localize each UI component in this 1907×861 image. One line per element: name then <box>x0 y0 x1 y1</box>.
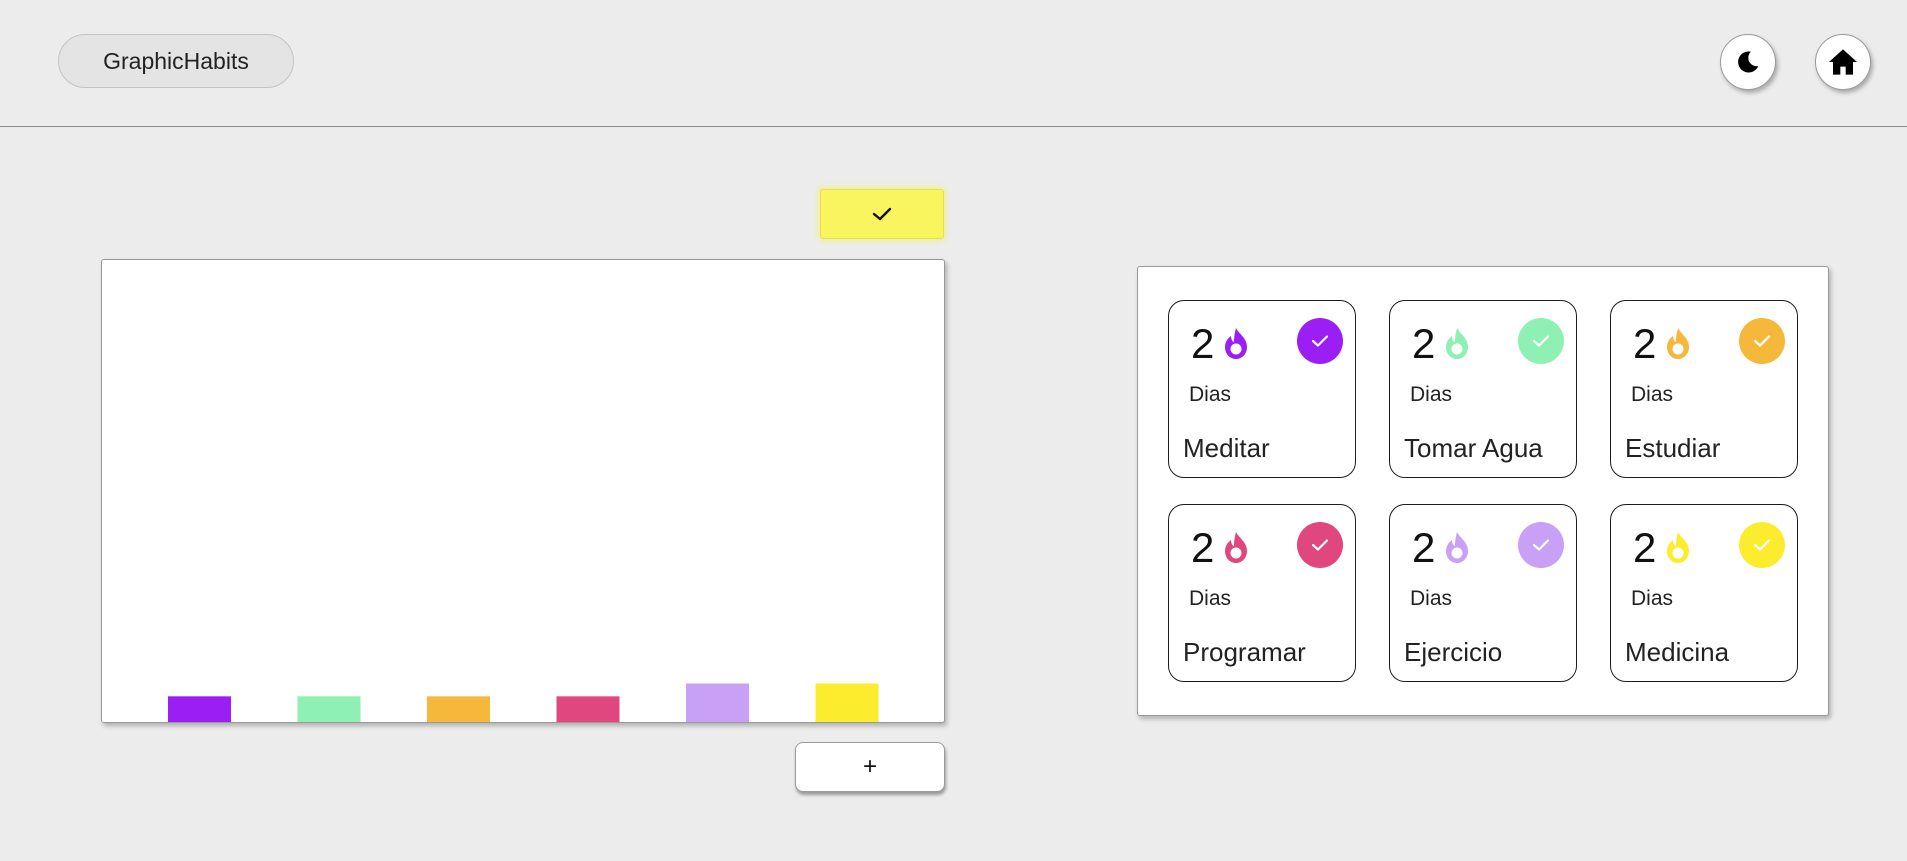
home-icon <box>1829 49 1857 75</box>
habit-name: Ejercicio <box>1404 637 1503 667</box>
flame-icon <box>1225 328 1247 359</box>
complete-habit-button[interactable] <box>1739 318 1785 364</box>
theme-toggle-button[interactable] <box>1720 34 1776 90</box>
streak-count: 2 <box>1412 320 1436 367</box>
habit-card[interactable]: 2 Dias Tomar Agua <box>1389 300 1577 478</box>
habit-name: Medicina <box>1625 637 1730 667</box>
habit-card[interactable]: 2 Dias Meditar <box>1168 300 1356 478</box>
habit-card[interactable]: 2 Dias Medicina <box>1610 504 1798 682</box>
streak-unit: Dias <box>1631 383 1674 406</box>
check-icon <box>1753 335 1771 347</box>
chart-bar-programar <box>556 696 620 722</box>
streak-unit: Dias <box>1189 587 1232 610</box>
flame-icon <box>1667 328 1689 359</box>
habit-chart-panel <box>101 259 945 723</box>
habit-name: Tomar Agua <box>1404 433 1543 463</box>
check-icon <box>1311 335 1329 347</box>
app-header: GraphicHabits <box>0 0 1907 127</box>
check-icon <box>872 207 892 221</box>
flame-icon <box>1667 532 1689 563</box>
habits-panel: 2 Dias Meditar 2 Dias Tomar Agua 2 Dias Estudiar… <box>1137 266 1829 716</box>
streak-count: 2 <box>1191 320 1215 367</box>
complete-habit-button[interactable] <box>1297 522 1343 568</box>
brand-logo[interactable]: GraphicHabits <box>58 34 294 88</box>
check-icon <box>1532 539 1550 551</box>
confirm-button[interactable] <box>820 189 944 239</box>
home-button[interactable] <box>1815 34 1871 90</box>
habit-name: Estudiar <box>1625 433 1721 463</box>
chart-bar-ejercicio <box>686 683 749 722</box>
chart-bar-tomar-agua <box>297 696 361 722</box>
habit-card[interactable]: 2 Dias Ejercicio <box>1389 504 1577 682</box>
habit-name: Programar <box>1183 637 1306 667</box>
flame-icon <box>1446 328 1468 359</box>
habit-card[interactable]: 2 Dias Programar <box>1168 504 1356 682</box>
flame-icon <box>1225 532 1247 563</box>
chart-bar-medicina <box>815 683 879 722</box>
check-icon <box>1311 539 1329 551</box>
streak-unit: Dias <box>1410 383 1453 406</box>
streak-unit: Dias <box>1631 587 1674 610</box>
streak-count: 2 <box>1633 524 1657 571</box>
complete-habit-button[interactable] <box>1297 318 1343 364</box>
complete-habit-button[interactable] <box>1518 522 1564 568</box>
streak-unit: Dias <box>1189 383 1232 406</box>
streak-count: 2 <box>1412 524 1436 571</box>
check-icon <box>1532 335 1550 347</box>
flame-icon <box>1446 532 1468 563</box>
chart-bar-meditar <box>168 696 231 722</box>
streak-count: 2 <box>1191 524 1215 571</box>
complete-habit-button[interactable] <box>1739 522 1785 568</box>
streak-count: 2 <box>1633 320 1657 367</box>
complete-habit-button[interactable] <box>1518 318 1564 364</box>
habit-card[interactable]: 2 Dias Estudiar <box>1610 300 1798 478</box>
check-icon <box>1753 539 1771 551</box>
moon-icon <box>1738 51 1759 73</box>
chart-bar-estudiar <box>427 696 490 722</box>
add-habit-button[interactable]: + <box>795 742 945 792</box>
habit-bar-chart <box>168 683 879 722</box>
streak-unit: Dias <box>1410 587 1453 610</box>
habit-name: Meditar <box>1183 433 1270 463</box>
